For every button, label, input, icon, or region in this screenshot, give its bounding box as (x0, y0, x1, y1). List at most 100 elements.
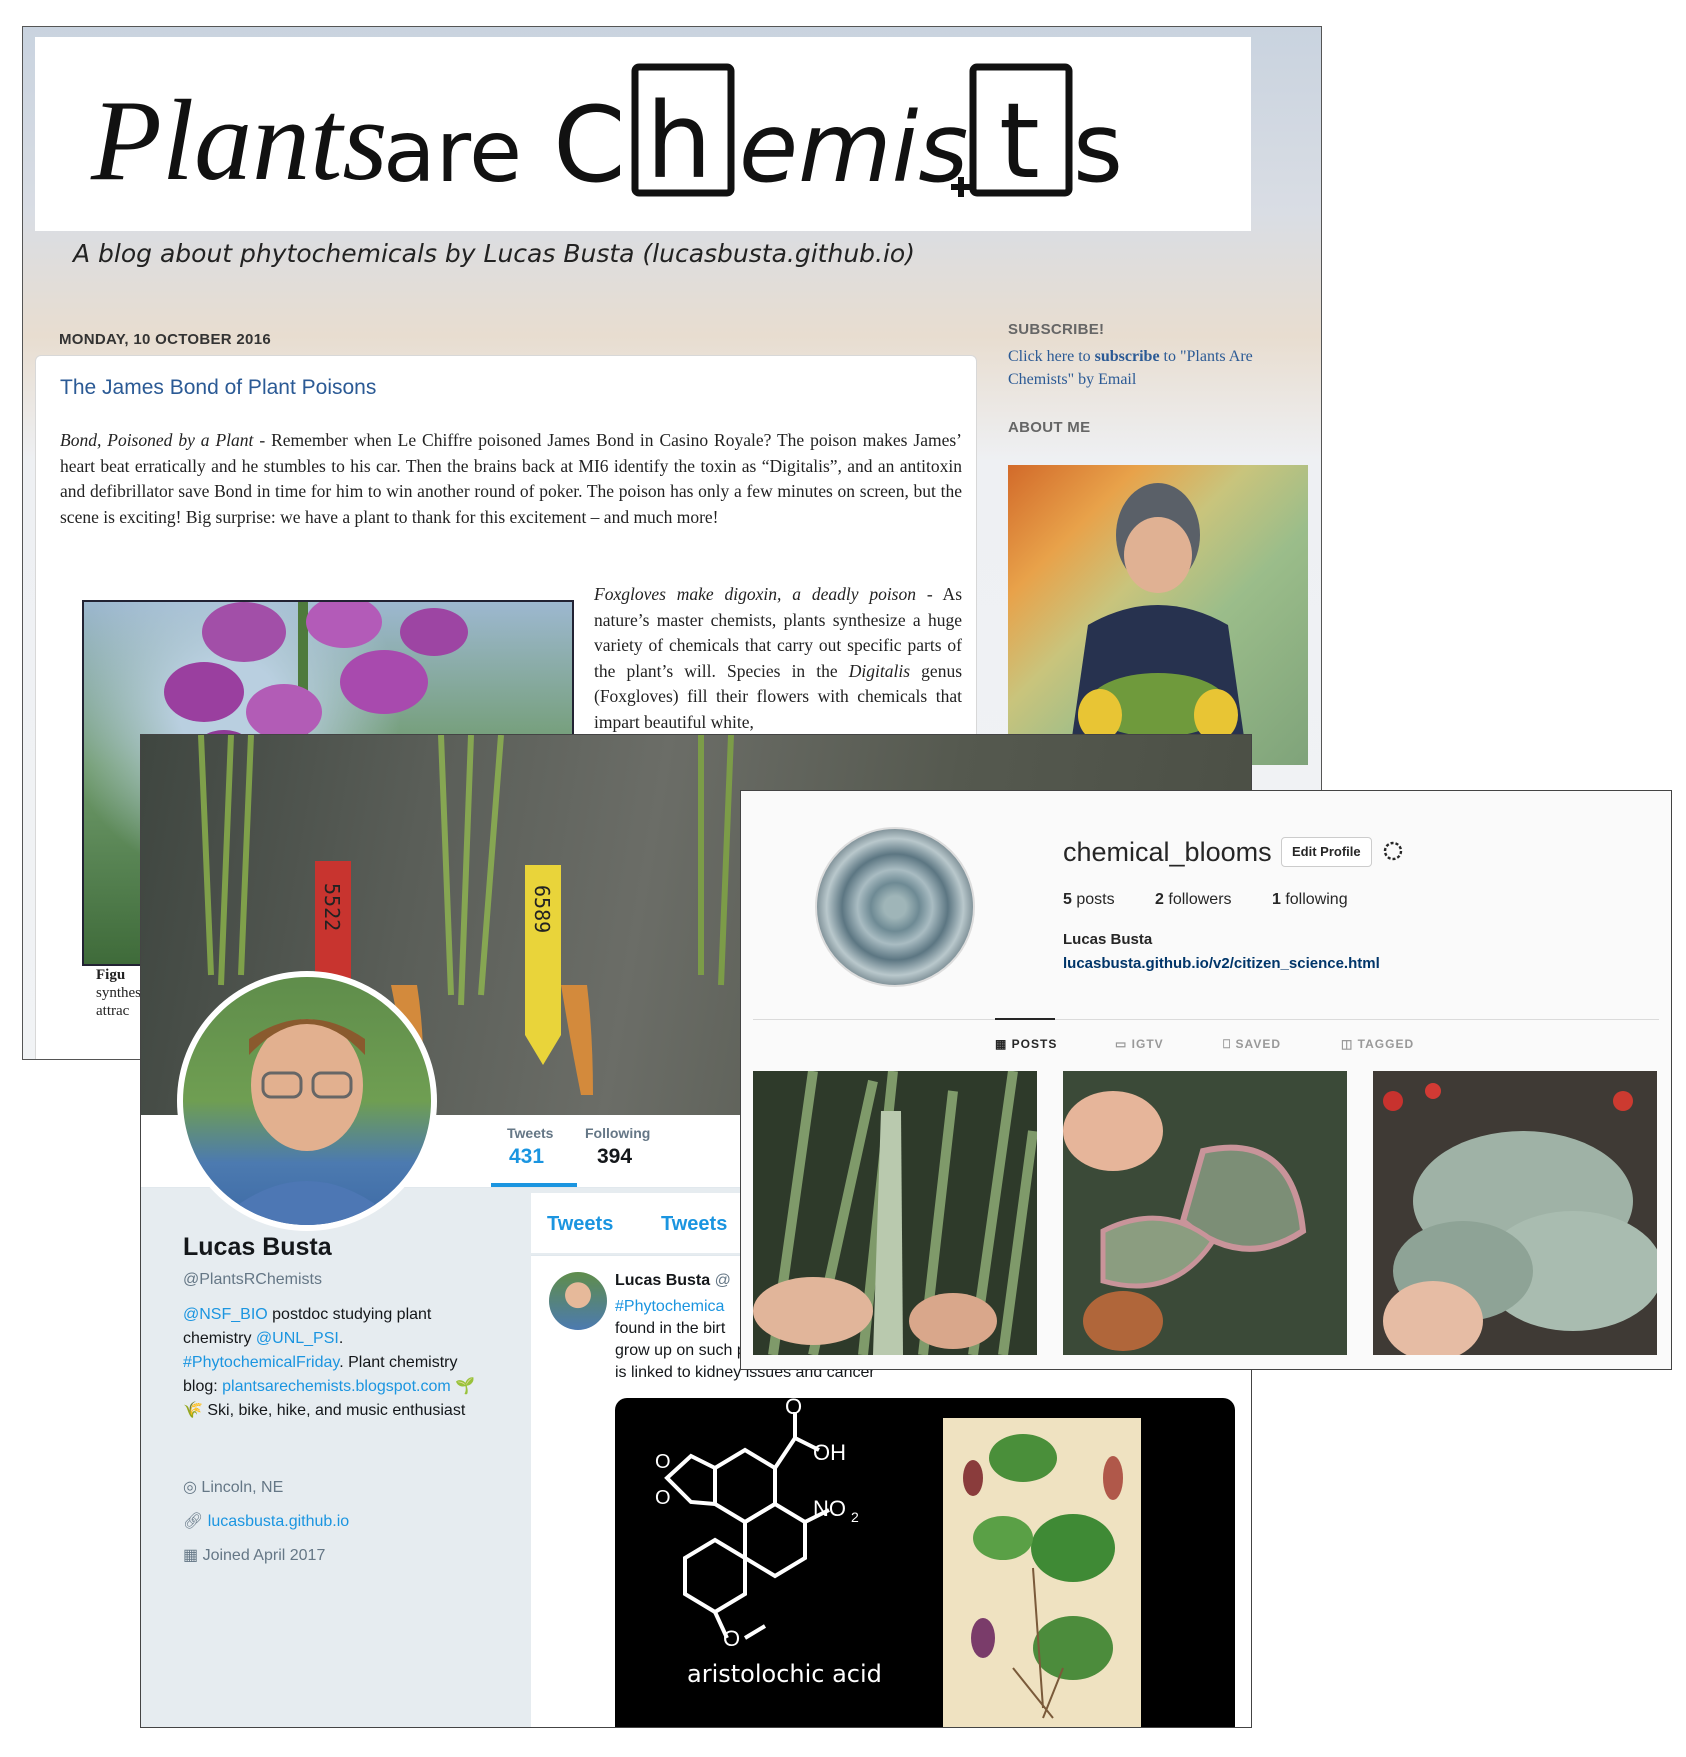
svg-text:5522: 5522 (320, 883, 344, 931)
para2-italic: Digitalis (848, 660, 911, 681)
bio-text-4: Ski, bike, hike, and music enthusiast (202, 1402, 466, 1419)
blog-logo[interactable]: Plants are C h emis t s (63, 57, 1243, 207)
bio-hashtag[interactable]: #PhytochemicalFriday (183, 1354, 339, 1371)
following-label: following (1280, 891, 1348, 908)
subscribe-link[interactable]: Click here to subscribe to "Plants Are C… (1008, 345, 1298, 391)
bookmark-icon: ⎕ (1223, 1037, 1236, 1051)
svg-text:2: 2 (851, 1509, 859, 1525)
subscribe-pre: Click here to (1008, 348, 1095, 365)
posts-stat[interactable]: 5 posts (1063, 891, 1115, 908)
tweet-author-name: Lucas Busta (615, 1272, 711, 1289)
profile-website[interactable]: 🔗︎ lucasbusta.github.io (183, 1511, 349, 1531)
svg-text:6589: 6589 (530, 885, 554, 933)
post-paragraph-1: Bond, Poisoned by a Plant - Remember whe… (60, 428, 962, 530)
svg-text:are: are (383, 102, 522, 202)
svg-text:NO: NO (813, 1496, 846, 1521)
instagram-window: chemical_blooms Edit Profile 5 posts 2 f… (740, 790, 1672, 1370)
followers-count: 2 (1155, 891, 1164, 908)
svg-text:h: h (646, 80, 712, 202)
subscribe-bold[interactable]: subscribe (1095, 348, 1160, 365)
tweets-label[interactable]: Tweets (507, 1125, 553, 1141)
fig-line-3: attrac (96, 1003, 130, 1019)
igtv-icon: ▭ (1115, 1037, 1132, 1051)
profile-handle[interactable]: @PlantsRChemists (183, 1271, 322, 1289)
instagram-username: chemical_blooms (1063, 837, 1272, 867)
post-date: MONDAY, 10 OCTOBER 2016 (59, 331, 271, 348)
subscribe-heading: SUBSCRIBE! (1008, 321, 1105, 338)
edit-profile-button[interactable]: Edit Profile (1281, 837, 1372, 867)
profile-website-link[interactable]: lucasbusta.github.io/v2/citizen_science.… (1063, 955, 1380, 972)
svg-text:OH: OH (813, 1440, 846, 1465)
svg-text:t: t (999, 80, 1040, 202)
link-icon: 🔗︎ (183, 1513, 204, 1530)
followers-stat[interactable]: 2 followers (1155, 891, 1231, 908)
post-paragraph-2: Foxgloves make digoxin, a deadly poison … (594, 582, 962, 735)
profile-counts: 5 posts 2 followers 1 following (1063, 891, 1384, 909)
svg-text:Plants: Plants (90, 77, 387, 205)
svg-text:O: O (785, 1398, 802, 1419)
svg-text:O: O (655, 1487, 671, 1509)
tab-posts[interactable]: ▦ POSTS (995, 1037, 1057, 1051)
svg-text:O: O (655, 1451, 671, 1473)
grid-icon: ▦ (995, 1037, 1012, 1051)
para1-lead: Bond, Poisoned by a Plant (60, 430, 254, 450)
tab-igtv-label: IGTV (1131, 1037, 1164, 1051)
posts-count: 5 (1063, 891, 1072, 908)
post-thumbnail-2[interactable] (1063, 1071, 1347, 1355)
instagram-avatar[interactable] (815, 827, 975, 987)
tweet-author-handle: @ (714, 1272, 731, 1289)
tweet-avatar[interactable] (549, 1272, 607, 1330)
profile-name[interactable]: Lucas Busta (183, 1233, 332, 1262)
post-thumbnail-1[interactable] (753, 1071, 1037, 1355)
botanical-plate-illustration (943, 1418, 1141, 1727)
following-label[interactable]: Following (585, 1125, 650, 1141)
blog-tagline: A blog about phytochemicals by Lucas Bus… (73, 239, 915, 268)
svg-text:C: C (553, 84, 626, 206)
fig-line-1: Figu (96, 967, 126, 983)
calendar-icon: ▦ (183, 1547, 199, 1564)
profile-full-name: Lucas Busta (1063, 931, 1153, 948)
tab-tweets[interactable]: Tweets (547, 1213, 613, 1236)
svg-text:O: O (723, 1626, 740, 1651)
posts-label: posts (1071, 891, 1115, 908)
tab-tweets-replies[interactable]: Tweets (661, 1213, 727, 1236)
location-pin-icon: ◎ (183, 1479, 197, 1496)
tab-igtv[interactable]: ▭ IGTV (1115, 1037, 1164, 1051)
tab-tagged[interactable]: ◫ TAGGED (1341, 1037, 1414, 1051)
tag-person-icon: ◫ (1341, 1037, 1358, 1051)
following-count[interactable]: 394 (597, 1145, 632, 1169)
profile-joined: ▦ Joined April 2017 (183, 1545, 325, 1565)
active-stat-underline (491, 1183, 577, 1187)
fig-line-2: synthes (96, 985, 141, 1001)
following-stat[interactable]: 1 following (1272, 891, 1348, 908)
twitter-profile-sidebar (141, 1188, 531, 1727)
tweets-count[interactable]: 431 (509, 1145, 544, 1169)
joined-text: Joined April 2017 (202, 1547, 326, 1564)
tab-saved[interactable]: ⎕ SAVED (1223, 1037, 1281, 1052)
bio-link-unl[interactable]: @UNL_PSI (256, 1330, 339, 1347)
aristolochic-acid-structure: O OH NO 2 O O O (655, 1398, 859, 1651)
tab-posts-label: POSTS (1011, 1037, 1058, 1051)
bio-link-blog[interactable]: plantsarechemists.blogspot.com (222, 1378, 451, 1395)
settings-gear-icon[interactable] (1381, 839, 1405, 863)
tweet-hashtag[interactable]: #Phytochemica (615, 1298, 724, 1315)
tweet-author[interactable]: Lucas Busta @ (615, 1272, 731, 1290)
para2-lead: Foxgloves make digoxin, a deadly poison (594, 584, 916, 604)
svg-text:emis: emis (739, 92, 968, 204)
tweet-media[interactable]: O OH NO 2 O O O aristolochic acid (615, 1398, 1235, 1727)
profile-bio: @NSF_BIO postdoc studying plant chemistr… (183, 1303, 493, 1423)
website-link[interactable]: lucasbusta.github.io (208, 1513, 349, 1530)
svg-text:s: s (1073, 92, 1123, 204)
bio-link-nsf[interactable]: @NSF_BIO (183, 1306, 268, 1323)
active-tab-indicator (995, 1018, 1055, 1020)
molecule-label: aristolochic acid (687, 1660, 882, 1688)
location-text: Lincoln, NE (201, 1479, 284, 1496)
post-title[interactable]: The James Bond of Plant Poisons (60, 376, 376, 400)
tab-saved-label: SAVED (1235, 1037, 1281, 1051)
profile-location: ◎ Lincoln, NE (183, 1477, 283, 1497)
bio-text-2: . (338, 1330, 344, 1347)
about-heading: ABOUT ME (1008, 419, 1091, 436)
twitter-avatar[interactable] (177, 971, 437, 1231)
about-me-photo (1008, 465, 1308, 765)
post-thumbnail-3[interactable] (1373, 1071, 1657, 1355)
